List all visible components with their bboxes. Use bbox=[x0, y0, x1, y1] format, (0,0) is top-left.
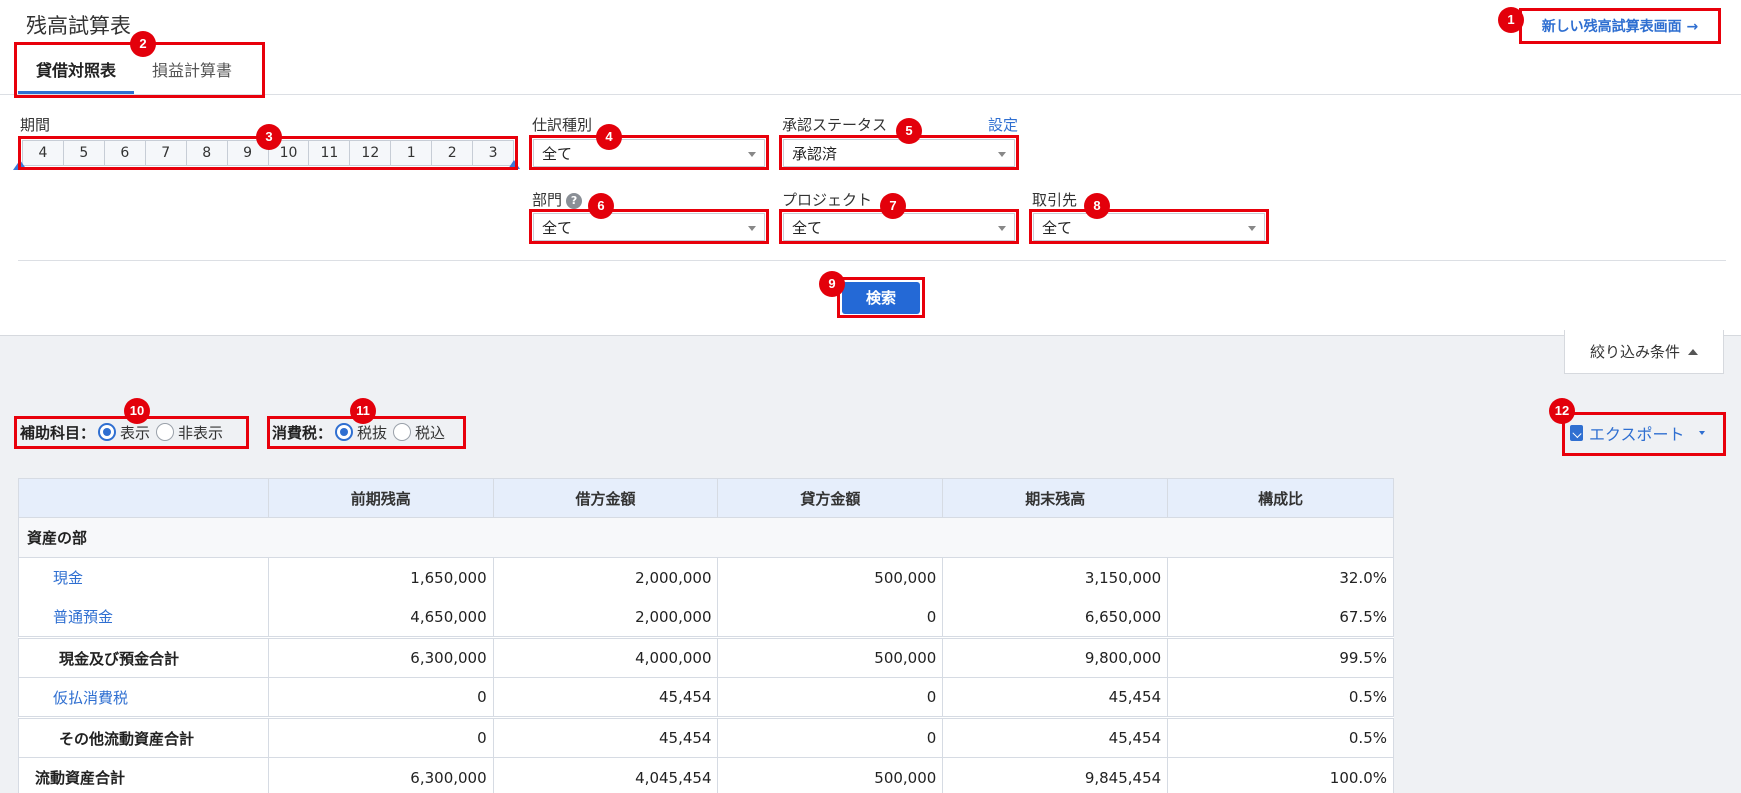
table-cell: 500,000 bbox=[717, 757, 944, 793]
table-row: 普通預金 4,650,000 2,000,000 0 6,650,000 67.… bbox=[18, 597, 1394, 638]
page-title: 残高試算表 bbox=[26, 14, 131, 38]
table-cell: 45,454 bbox=[942, 716, 1169, 758]
table-cell: 9,845,454 bbox=[942, 757, 1169, 793]
approval-status-label: 承認ステータス bbox=[782, 116, 888, 134]
account-link[interactable]: 普通預金 bbox=[18, 597, 269, 638]
annotation-badge: 6 bbox=[588, 193, 614, 219]
table-cell: 0 bbox=[717, 597, 944, 638]
trial-balance-table: 前期残高 借方金額 貸方金額 期末残高 構成比 資産の部 現金 1,650,00… bbox=[18, 478, 1394, 793]
highlight-box bbox=[529, 209, 769, 244]
partner-label: 取引先 bbox=[1032, 191, 1078, 209]
annotation-badge: 1 bbox=[1498, 7, 1524, 33]
annotation-badge: 3 bbox=[256, 124, 282, 150]
account-link[interactable]: 仮払消費税 bbox=[18, 677, 269, 718]
department-label: 部門? bbox=[532, 189, 583, 210]
account-link[interactable]: 現金 bbox=[18, 557, 269, 598]
column-header: 前期残高 bbox=[267, 478, 494, 518]
column-header: 貸方金額 bbox=[717, 478, 944, 518]
department-label-text: 部門 bbox=[532, 191, 563, 209]
table-cell: 6,300,000 bbox=[267, 757, 494, 793]
total-label: 流動資産合計 bbox=[18, 757, 269, 793]
filter-divider bbox=[18, 260, 1726, 261]
journal-type-label: 仕訳種別 bbox=[532, 116, 593, 134]
table-cell: 4,000,000 bbox=[492, 636, 719, 678]
annotation-badge: 2 bbox=[130, 31, 156, 57]
table-cell: 45,454 bbox=[492, 716, 719, 758]
table-cell: 4,045,454 bbox=[492, 757, 719, 793]
table-cell: 500,000 bbox=[717, 636, 944, 678]
annotation-badge: 12 bbox=[1549, 398, 1575, 424]
highlight-box bbox=[1519, 8, 1721, 44]
table-cell: 0.5% bbox=[1167, 716, 1394, 758]
section-title: 資産の部 bbox=[18, 517, 1394, 558]
filter-toggle-button[interactable]: 絞り込み条件 bbox=[1564, 330, 1724, 374]
table-cell: 0 bbox=[717, 716, 944, 758]
table-cell: 9,800,000 bbox=[942, 636, 1169, 678]
table-cell: 0 bbox=[717, 677, 944, 718]
table-row: 仮払消費税 0 45,454 0 45,454 0.5% bbox=[18, 677, 1394, 718]
table-cell: 6,300,000 bbox=[267, 636, 494, 678]
table-cell: 67.5% bbox=[1167, 597, 1394, 638]
annotation-badge: 8 bbox=[1084, 193, 1110, 219]
column-header bbox=[18, 478, 269, 518]
period-label: 期間 bbox=[20, 116, 51, 134]
table-row: 現金 1,650,000 2,000,000 500,000 3,150,000… bbox=[18, 557, 1394, 598]
highlight-box bbox=[529, 135, 769, 170]
table-cell: 3,150,000 bbox=[942, 557, 1169, 598]
table-cell: 45,454 bbox=[942, 677, 1169, 718]
table-cell: 0 bbox=[267, 716, 494, 758]
table-cell: 500,000 bbox=[717, 557, 944, 598]
section-row: 資産の部 bbox=[18, 517, 1394, 558]
annotation-badge: 10 bbox=[124, 398, 150, 424]
subtotal-label: 現金及び預金合計 bbox=[18, 636, 269, 678]
annotation-badge: 9 bbox=[819, 271, 845, 297]
column-header: 構成比 bbox=[1167, 478, 1394, 518]
annotation-badge: 4 bbox=[596, 124, 622, 150]
table-cell: 32.0% bbox=[1167, 557, 1394, 598]
table-cell: 1,650,000 bbox=[267, 557, 494, 598]
table-cell: 0.5% bbox=[1167, 677, 1394, 718]
highlight-box bbox=[1029, 209, 1269, 244]
highlight-box bbox=[837, 277, 925, 318]
filter-toggle-label: 絞り込み条件 bbox=[1589, 343, 1680, 361]
subtotal-row: 現金及び預金合計 6,300,000 4,000,000 500,000 9,8… bbox=[18, 636, 1394, 678]
table-cell: 2,000,000 bbox=[492, 597, 719, 638]
annotation-badge: 7 bbox=[880, 193, 906, 219]
total-row: 流動資産合計 6,300,000 4,045,454 500,000 9,845… bbox=[18, 757, 1394, 793]
annotation-badge: 11 bbox=[350, 398, 376, 424]
table-cell: 4,650,000 bbox=[267, 597, 494, 638]
project-label: プロジェクト bbox=[782, 191, 873, 209]
table-cell: 99.5% bbox=[1167, 636, 1394, 678]
column-header: 期末残高 bbox=[942, 478, 1169, 518]
table-header-row: 前期残高 借方金額 貸方金額 期末残高 構成比 bbox=[18, 478, 1394, 518]
subtotal-label: その他流動資産合計 bbox=[18, 716, 269, 758]
approval-settings-link[interactable]: 設定 bbox=[988, 114, 1018, 135]
highlight-box bbox=[1562, 412, 1726, 456]
subtotal-row: その他流動資産合計 0 45,454 0 45,454 0.5% bbox=[18, 716, 1394, 758]
table-cell: 2,000,000 bbox=[492, 557, 719, 598]
chevron-up-icon bbox=[1688, 348, 1698, 355]
column-header: 借方金額 bbox=[492, 478, 719, 518]
help-icon[interactable]: ? bbox=[566, 193, 583, 209]
table-cell: 45,454 bbox=[492, 677, 719, 718]
table-cell: 6,650,000 bbox=[942, 597, 1169, 638]
annotation-badge: 5 bbox=[896, 118, 922, 144]
table-cell: 0 bbox=[267, 677, 494, 718]
table-cell: 100.0% bbox=[1167, 757, 1394, 793]
